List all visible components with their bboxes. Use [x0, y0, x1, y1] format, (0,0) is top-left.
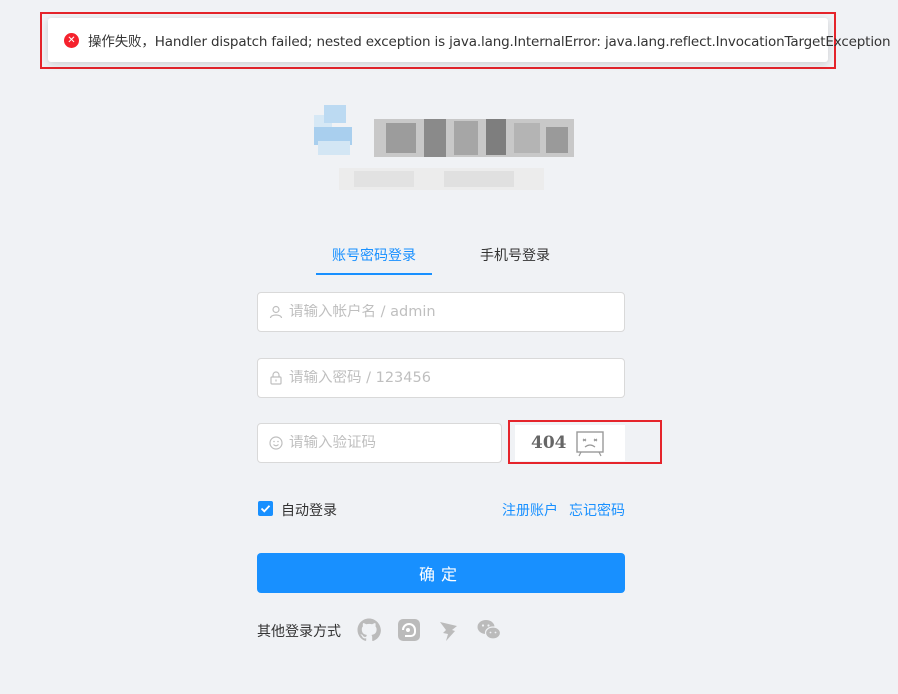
username-field[interactable]: [257, 292, 625, 332]
forgot-password-link[interactable]: 忘记密码: [569, 500, 625, 520]
error-message-text: 操作失败，Handler dispatch failed; nested exc…: [88, 34, 891, 50]
other-login-label: 其他登录方式: [257, 624, 341, 640]
password-field[interactable]: [257, 358, 625, 398]
remember-checkbox[interactable]: [258, 501, 273, 516]
error-message: ✕ 操作失败，Handler dispatch failed; nested e…: [48, 18, 891, 62]
gitee-icon[interactable]: [396, 617, 422, 643]
github-icon[interactable]: [356, 617, 382, 643]
captcha-text: 404: [531, 433, 567, 453]
register-link[interactable]: 注册账户: [502, 500, 558, 520]
captcha-input[interactable]: [289, 435, 501, 451]
wechat-icon[interactable]: [476, 617, 502, 643]
submit-button[interactable]: 确定: [257, 553, 625, 593]
username-input[interactable]: [289, 304, 624, 320]
broken-image-icon: [575, 431, 604, 457]
tab-account-login[interactable]: 账号密码登录: [316, 245, 432, 275]
captcha-image[interactable]: 404: [515, 425, 625, 461]
user-icon: [269, 305, 283, 319]
captcha-field[interactable]: [257, 423, 502, 463]
lock-icon: [270, 371, 282, 385]
password-input[interactable]: [289, 370, 624, 386]
logo-blurred: [314, 105, 584, 195]
check-icon: [260, 505, 271, 513]
dingtalk-icon[interactable]: [436, 617, 462, 643]
error-circle-icon: ✕: [64, 32, 79, 48]
tab-phone-login[interactable]: 手机号登录: [470, 245, 560, 275]
remember-label: 自动登录: [281, 503, 337, 519]
smile-icon: [269, 436, 283, 450]
